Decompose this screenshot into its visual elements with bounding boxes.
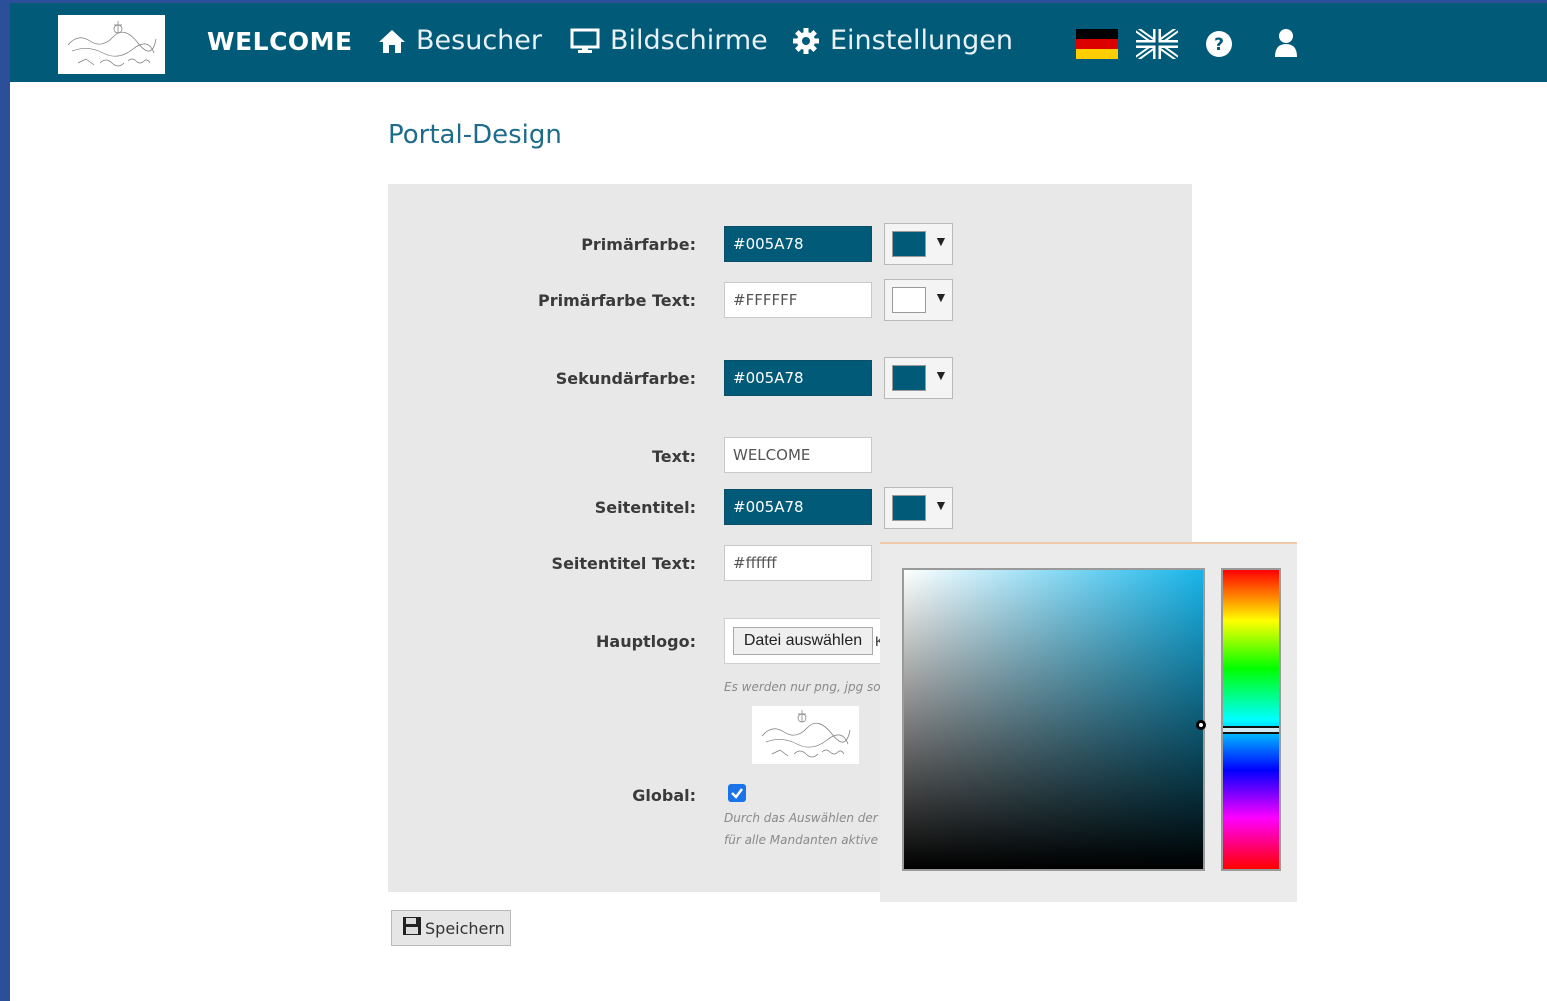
secondary-color-picker-button[interactable]: ▼ <box>884 357 953 399</box>
hue-slider[interactable] <box>1221 568 1281 871</box>
nav-bildschirme-label: Bildschirme <box>610 25 768 56</box>
user-icon[interactable] <box>1274 28 1298 63</box>
main-logo-label: Hauptlogo: <box>596 632 696 651</box>
global-label: Global: <box>632 786 696 805</box>
main-logo-hint: Es werden nur png, jpg sov <box>724 680 884 694</box>
primary-text-color-swatch <box>892 287 926 313</box>
monitor-icon <box>570 28 600 54</box>
page-title: Portal-Design <box>388 120 562 150</box>
secondary-color-swatch <box>892 365 926 391</box>
page-title-color-swatch <box>892 495 926 521</box>
uk-flag-icon[interactable] <box>1134 26 1180 64</box>
page-title-text-input[interactable]: #ffffff <box>724 545 872 581</box>
dropdown-arrow-icon: ▼ <box>934 233 948 249</box>
svg-text:?: ? <box>1214 35 1224 55</box>
dropdown-arrow-icon: ▼ <box>934 289 948 305</box>
secondary-color-label: Sekundärfarbe: <box>555 369 696 388</box>
text-label: Text: <box>651 447 696 466</box>
global-checkbox[interactable] <box>728 784 746 802</box>
nav-bildschirme[interactable]: Bildschirme <box>570 25 768 56</box>
site-logo[interactable] <box>58 15 165 74</box>
primary-color-swatch <box>892 231 926 257</box>
german-flag-icon[interactable] <box>1076 29 1118 64</box>
primary-color-picker-button[interactable]: ▼ <box>884 223 953 265</box>
nav-besucher[interactable]: Besucher <box>378 25 542 56</box>
help-icon[interactable]: ? <box>1205 30 1233 63</box>
primary-color-label: Primärfarbe: <box>581 235 696 254</box>
dropdown-arrow-icon: ▼ <box>934 497 948 513</box>
save-button-label: Speichern <box>425 918 505 938</box>
brand-title[interactable]: WELCOME <box>207 27 353 56</box>
secondary-color-input[interactable]: #005A78 <box>724 360 872 396</box>
page-title-text-label: Seitentitel Text: <box>551 554 696 573</box>
floppy-disk-icon <box>402 916 422 940</box>
saturation-value-area[interactable] <box>902 568 1206 871</box>
primary-text-color-label: Primärfarbe Text: <box>538 291 696 310</box>
dropdown-arrow-icon: ▼ <box>934 367 948 383</box>
nav-besucher-label: Besucher <box>416 25 542 56</box>
color-picker-popup <box>880 542 1297 902</box>
nav-einstellungen[interactable]: Einstellungen <box>792 25 1013 56</box>
hue-slider-handle[interactable] <box>1223 726 1279 734</box>
choose-file-button[interactable]: Datei auswählen <box>733 627 873 655</box>
global-hint-line2: für alle Mandanten aktive <box>724 833 879 847</box>
page-title-color-input[interactable]: #005A78 <box>724 489 872 525</box>
gear-icon <box>792 27 820 55</box>
page: WELCOME Besucher Bildschirme Einstellung… <box>10 0 1547 1001</box>
primary-text-color-picker-button[interactable]: ▼ <box>884 279 953 321</box>
primary-text-color-input[interactable]: #FFFFFF <box>724 282 872 318</box>
page-title-color-picker-button[interactable]: ▼ <box>884 487 953 529</box>
page-title-color-label: Seitentitel: <box>594 498 696 517</box>
save-button[interactable]: Speichern <box>391 910 511 946</box>
navbar: WELCOME Besucher Bildschirme Einstellung… <box>10 0 1547 82</box>
checkmark-icon <box>731 788 743 799</box>
primary-color-input[interactable]: #005A78 <box>724 226 872 262</box>
main-logo-file-input[interactable]: Datei auswählen K <box>724 618 884 664</box>
global-hint-line1: Durch das Auswählen der i <box>724 811 884 825</box>
main-logo-preview <box>752 706 859 764</box>
text-input[interactable]: WELCOME <box>724 437 872 473</box>
saturation-value-handle[interactable] <box>1196 720 1206 730</box>
nav-einstellungen-label: Einstellungen <box>830 25 1014 56</box>
home-icon <box>378 28 406 54</box>
